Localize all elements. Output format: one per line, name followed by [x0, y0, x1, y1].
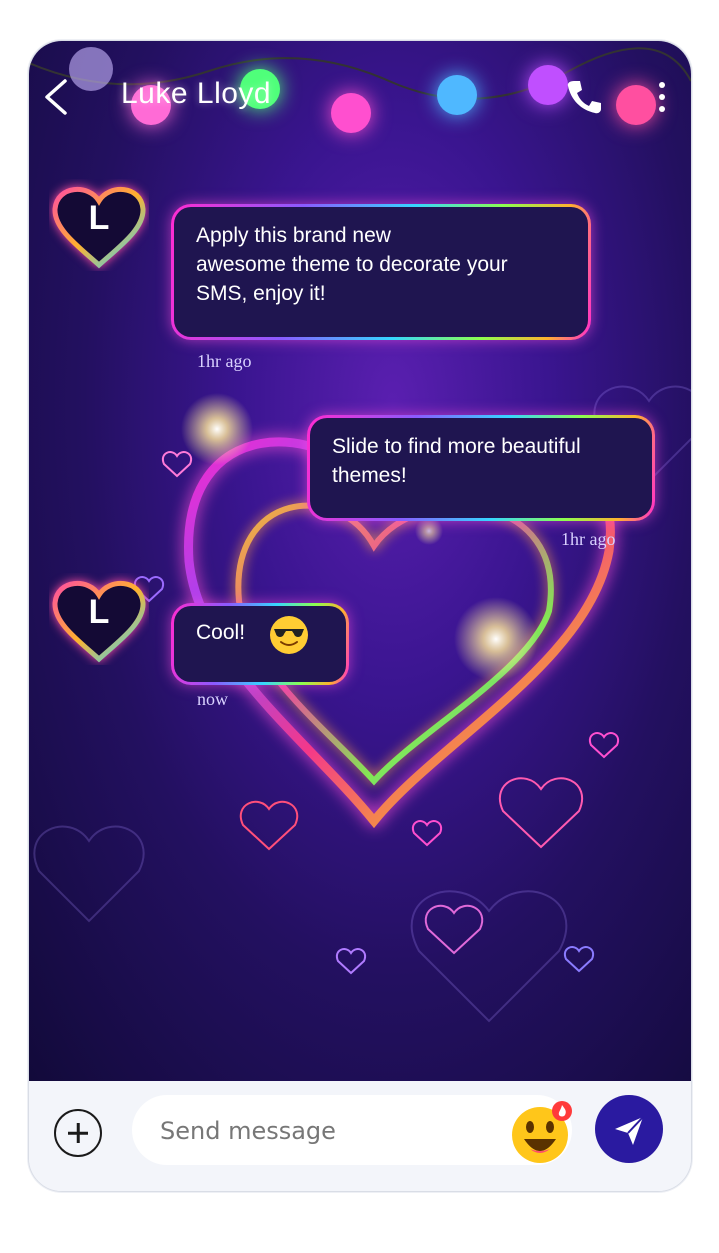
chat-screen: Luke Lloyd L Apply this brand new awesom… — [29, 41, 691, 1081]
grinning-face-icon[interactable] — [510, 1101, 574, 1165]
contact-name[interactable]: Luke Lloyd — [121, 77, 271, 111]
send-button[interactable] — [595, 1095, 663, 1163]
incoming-message-bubble[interactable]: Apply this brand new awesome theme to de… — [171, 204, 591, 340]
message-timestamp: 1hr ago — [197, 351, 252, 371]
message-line: Cool! — [196, 621, 246, 644]
back-arrow-icon[interactable] — [41, 77, 71, 117]
message-timestamp: now — [197, 689, 228, 709]
incoming-message-bubble[interactable]: Cool! — [171, 603, 349, 685]
message-composer — [29, 1081, 691, 1191]
avatar[interactable]: L — [49, 573, 149, 665]
phone-frame: Luke Lloyd L Apply this brand new awesom… — [28, 40, 692, 1192]
send-arrow-icon — [615, 1116, 644, 1145]
message-text: Slide to find more beautiful themes! — [310, 418, 652, 518]
message-input-field[interactable] — [132, 1095, 574, 1167]
message-timestamp: 1hr ago — [561, 529, 616, 549]
avatar[interactable]: L — [49, 179, 149, 271]
more-options-icon[interactable] — [654, 77, 670, 117]
add-attachment-icon[interactable] — [54, 1109, 102, 1157]
message-line: Slide to find more beautiful — [332, 435, 581, 458]
message-line: awesome theme to decorate your — [196, 253, 508, 276]
avatar-letter: L — [88, 593, 110, 631]
outgoing-message-bubble[interactable]: Slide to find more beautiful themes! — [307, 415, 655, 521]
message-line: Apply this brand new — [196, 224, 391, 247]
phone-call-icon[interactable] — [564, 77, 604, 117]
sunglasses-face-emoji-icon — [270, 616, 308, 654]
message-line: SMS, enjoy it! — [196, 282, 326, 305]
message-text: Apply this brand new awesome theme to de… — [174, 207, 588, 337]
chat-header: Luke Lloyd — [29, 41, 691, 151]
message-line: themes! — [332, 464, 407, 487]
avatar-letter: L — [88, 199, 110, 237]
message-input[interactable] — [158, 1095, 492, 1167]
message-text: Cool! — [174, 606, 346, 682]
